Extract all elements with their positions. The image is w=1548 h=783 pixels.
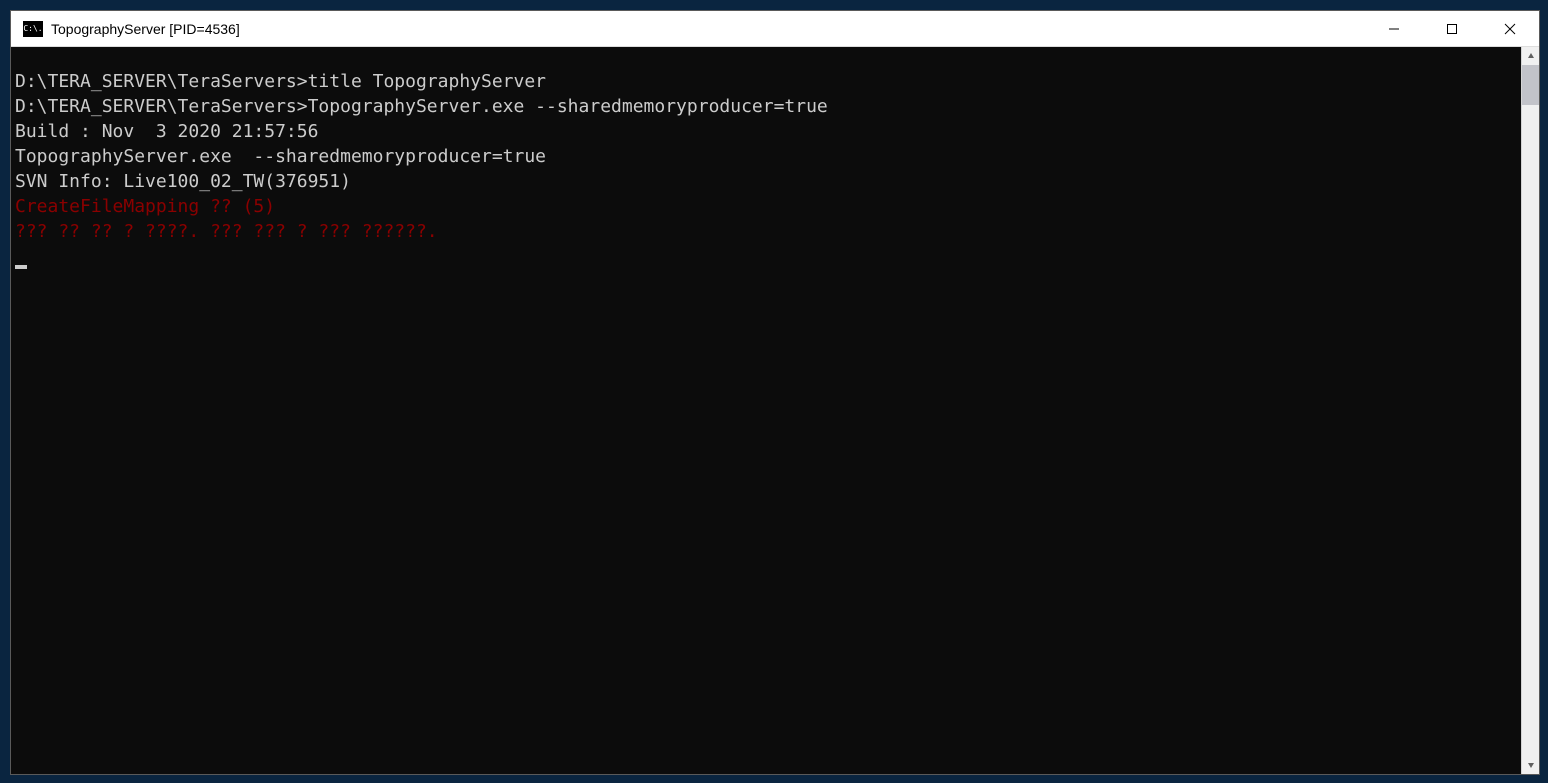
terminal-line: SVN Info: Live100_02_TW(376951) xyxy=(15,169,1515,194)
terminal-line: D:\TERA_SERVER\TeraServers>TopographySer… xyxy=(15,94,1515,119)
terminal-line: Build : Nov 3 2020 21:57:56 xyxy=(15,119,1515,144)
cursor xyxy=(15,265,27,269)
terminal-line: CreateFileMapping ?? (5) xyxy=(15,194,1515,219)
terminal-line: D:\TERA_SERVER\TeraServers>title Topogra… xyxy=(15,69,1515,94)
terminal-line: ??? ?? ?? ? ????. ??? ??? ? ??? ??????. xyxy=(15,219,1515,244)
window-title: TopographyServer [PID=4536] xyxy=(51,21,240,37)
cmd-icon-label: C:\. xyxy=(23,24,42,33)
terminal-output[interactable]: D:\TERA_SERVER\TeraServers>title Topogra… xyxy=(11,47,1521,774)
scrollbar-track[interactable] xyxy=(1522,65,1539,756)
scroll-up-button[interactable] xyxy=(1522,47,1539,65)
window-controls xyxy=(1365,11,1539,46)
titlebar[interactable]: C:\. TopographyServer [PID=4536] xyxy=(11,11,1539,47)
minimize-button[interactable] xyxy=(1365,11,1423,46)
cmd-icon: C:\. xyxy=(23,21,43,37)
client-area: D:\TERA_SERVER\TeraServers>title Topogra… xyxy=(11,47,1539,774)
maximize-button[interactable] xyxy=(1423,11,1481,46)
vertical-scrollbar[interactable] xyxy=(1521,47,1539,774)
titlebar-left: C:\. TopographyServer [PID=4536] xyxy=(11,21,240,37)
terminal-line: TopographyServer.exe --sharedmemoryprodu… xyxy=(15,144,1515,169)
scroll-down-button[interactable] xyxy=(1522,756,1539,774)
scrollbar-thumb[interactable] xyxy=(1522,65,1539,105)
console-window: C:\. TopographyServer [PID=4536] D:\TERA… xyxy=(10,10,1540,775)
close-button[interactable] xyxy=(1481,11,1539,46)
